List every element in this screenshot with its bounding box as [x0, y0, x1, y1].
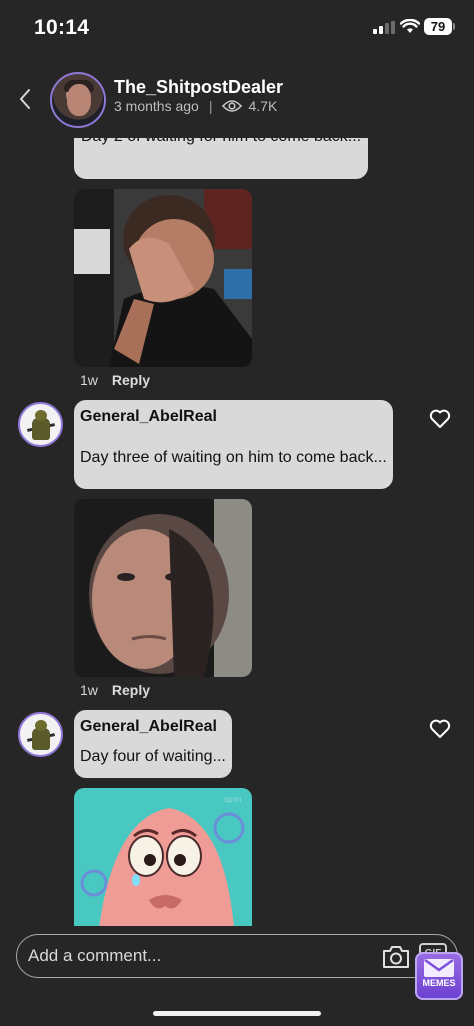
comment-age: 1w [80, 372, 98, 388]
view-count: 4.7K [248, 98, 278, 114]
comment-input[interactable] [28, 945, 368, 967]
camera-icon [383, 946, 409, 968]
comment-media-facepalm[interactable] [74, 189, 252, 367]
author-name[interactable]: The_ShitpostDealer [114, 77, 283, 98]
comment-bubble: General_AbelReal Day three of waiting on… [74, 400, 393, 489]
back-button[interactable] [12, 84, 38, 114]
heart-icon [429, 719, 451, 738]
comment-text: Day 2 of waiting for him to come back... [81, 138, 361, 146]
camera-button[interactable] [381, 944, 411, 970]
reply-button[interactable]: Reply [112, 682, 150, 698]
post-meta: 3 months ago | 4.7K [114, 98, 277, 114]
author-avatar[interactable] [50, 72, 106, 128]
heart-icon [429, 409, 451, 428]
status-time: 10:14 [34, 16, 90, 39]
eye-icon [222, 99, 243, 113]
comment-age: 1w [80, 682, 98, 698]
like-button[interactable] [429, 409, 451, 429]
comment-media-patrick[interactable]: spon [74, 788, 252, 926]
reply-button[interactable]: Reply [112, 372, 150, 388]
post-age: 3 months ago [114, 98, 199, 114]
comment-meta: 1w Reply [80, 682, 150, 698]
commenter-username[interactable]: General_AbelReal [80, 408, 217, 426]
wifi-icon [399, 18, 421, 39]
commenter-avatar[interactable] [18, 712, 63, 757]
commenter-avatar[interactable] [18, 402, 63, 447]
back-chevron-icon [20, 89, 30, 109]
comment-bubble: General_AbelReal Day four of waiting... [74, 710, 232, 778]
commenter-username[interactable]: General_AbelReal [80, 718, 217, 736]
battery-icon: 79 [424, 18, 452, 35]
battery-tip [453, 23, 455, 30]
memes-label: MEMES [422, 978, 456, 988]
media-watermark: spon [224, 795, 241, 804]
status-bar: 10:14 79 [0, 0, 474, 56]
cellular-signal-icon [373, 21, 395, 34]
comments-feed[interactable]: Day 2 of waiting for him to come back...… [0, 138, 474, 926]
memes-logo-icon: MEMES [415, 952, 463, 1000]
home-indicator[interactable] [153, 1011, 321, 1016]
comment-text: Day three of waiting on him to come back… [80, 449, 387, 466]
comment-text: Day four of waiting... [80, 748, 226, 765]
comment-media-face[interactable] [74, 499, 252, 677]
post-header: The_ShitpostDealer 3 months ago | 4.7K [0, 62, 474, 138]
comment-input-bar: GIF [16, 934, 458, 978]
meta-separator: | [208, 98, 213, 114]
like-button[interactable] [429, 719, 451, 739]
comment-meta: 1w Reply [80, 372, 150, 388]
comment-bubble: Day 2 of waiting for him to come back... [74, 138, 368, 179]
